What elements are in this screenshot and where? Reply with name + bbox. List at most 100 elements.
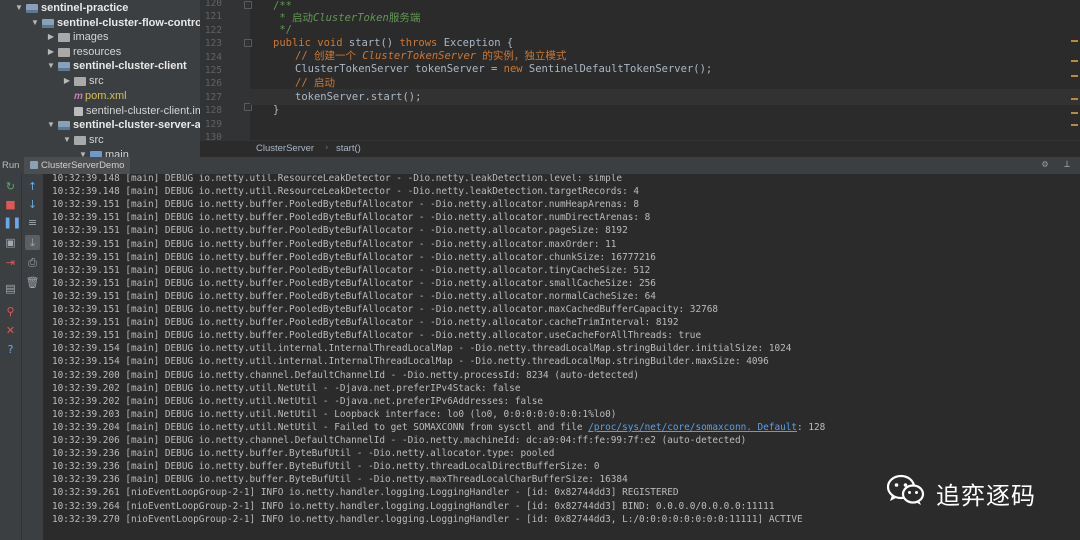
- console-log-line: 10:32:39.148 [main] DEBUG io.netty.util.…: [52, 186, 639, 198]
- console-log-line: 10:32:39.151 [main] DEBUG io.netty.buffe…: [52, 199, 639, 211]
- project-tree-item[interactable]: m pom.xml: [0, 89, 127, 103]
- console-log-line: 10:32:39.151 [main] DEBUG io.netty.buffe…: [52, 212, 651, 224]
- exit-icon[interactable]: ⇥: [3, 255, 18, 270]
- log-text: : 128: [797, 421, 826, 433]
- error-stripe-mark[interactable]: [1071, 112, 1078, 114]
- close-icon[interactable]: ✕: [3, 323, 18, 338]
- folder-icon: [58, 32, 70, 42]
- log-text: 10:32:39.204 [main] DEBUG io.netty.util.…: [52, 421, 589, 433]
- project-tree-item-label: sentinel-practice: [41, 2, 129, 14]
- fold-marker-icon[interactable]: [244, 1, 252, 9]
- dump-threads-icon[interactable]: ▣: [3, 235, 18, 250]
- project-tree-item-label: main: [105, 149, 129, 157]
- rerun-icon[interactable]: ↻: [3, 179, 18, 194]
- project-tree-item-label: images: [73, 31, 109, 43]
- console-log-line: 10:32:39.151 [main] DEBUG io.netty.buffe…: [52, 225, 628, 237]
- console-log-line: 10:32:39.151 [main] DEBUG io.netty.buffe…: [52, 277, 656, 289]
- console-log-line: 10:32:39.264 [nioEventLoopGroup-2-1] INF…: [52, 500, 775, 512]
- code-line-121: * 启动ClusterToken服务端: [273, 12, 421, 24]
- project-tree-item[interactable]: ▼ sentinel-cluster-client: [0, 59, 187, 73]
- project-tree-item[interactable]: ▶ images: [0, 30, 109, 44]
- layout-icon[interactable]: ▤: [3, 281, 18, 296]
- expand-arrow-down-icon[interactable]: ▼: [30, 16, 40, 30]
- console-log-line: 10:32:39.206 [main] DEBUG io.netty.chann…: [52, 435, 747, 446]
- soft-wrap-icon[interactable]: ≡: [25, 215, 40, 230]
- error-stripe-mark[interactable]: [1071, 98, 1078, 100]
- scroll-to-end-icon[interactable]: ⤓: [25, 235, 40, 250]
- module-icon: [26, 3, 38, 13]
- clear-icon[interactable]: 🗑: [25, 275, 40, 290]
- wechat-watermark: 追弈逐码: [886, 472, 1066, 512]
- pin-icon[interactable]: ⚲: [3, 304, 18, 319]
- run-toolbar-secondary: ↑ ↓ ≡ ⤓ ⎙ 🗑: [22, 174, 43, 540]
- stop-icon[interactable]: ■: [3, 197, 18, 212]
- console-log-line: 10:32:39.151 [main] DEBUG io.netty.buffe…: [52, 251, 656, 263]
- breadcrumb-method[interactable]: start(): [336, 143, 361, 154]
- run-tool-window-header: Run ClusterServerDemo ⚙ ⊥: [0, 157, 1080, 175]
- error-stripe-mark[interactable]: [1071, 60, 1078, 62]
- console-log-line: 10:32:39.151 [main] DEBUG io.netty.buffe…: [52, 264, 651, 276]
- settings-gear-icon[interactable]: ⚙: [1042, 159, 1048, 170]
- project-tree-item-label: src: [89, 75, 104, 87]
- breadcrumb-class[interactable]: ClusterServer: [256, 143, 314, 154]
- code-line-128: }: [273, 104, 280, 116]
- project-tree-item[interactable]: ▶ resources: [0, 45, 121, 59]
- scroll-down-icon[interactable]: ↓: [25, 197, 40, 212]
- tab-cluster-server-demo[interactable]: ClusterServerDemo: [24, 157, 131, 174]
- expand-arrow-right-icon[interactable]: ▶: [46, 30, 56, 44]
- line-number: 124: [204, 51, 222, 63]
- line-number: 120: [204, 0, 222, 9]
- line-number: 126: [204, 78, 222, 90]
- project-tree-item[interactable]: ▼ src: [0, 133, 104, 147]
- console-log-line: 10:32:39.261 [nioEventLoopGroup-2-1] INF…: [52, 487, 679, 499]
- expand-arrow-right-icon[interactable]: ▶: [46, 45, 56, 59]
- folder-icon: [58, 47, 70, 57]
- line-number: 125: [204, 65, 222, 76]
- console-log-line: 10:32:39.154 [main] DEBUG io.netty.util.…: [52, 343, 792, 355]
- folder-icon: [74, 135, 86, 145]
- file-path-link[interactable]: /proc/sys/net/core/somaxconn. Default: [588, 422, 797, 433]
- project-tree-item[interactable]: ▼ sentinel-cluster-server-alone: [0, 118, 200, 132]
- help-icon[interactable]: ?: [3, 342, 18, 357]
- project-tree-item[interactable]: sentinel-cluster-client.iml: [0, 104, 200, 118]
- console-log-line: 10:32:39.151 [main] DEBUG io.netty.buffe…: [52, 330, 702, 342]
- code-line-127: tokenServer.start();: [295, 91, 422, 103]
- project-tree-item[interactable]: ▶ src: [0, 74, 104, 88]
- project-tree-item[interactable]: ▼ main: [0, 148, 129, 157]
- project-tree-item[interactable]: ▼ sentinel-practice: [0, 1, 128, 15]
- project-tree-item-label: sentinel-cluster-client.iml: [86, 105, 200, 117]
- project-tree-item-label: pom.xml: [85, 90, 127, 102]
- console-log-line: 10:32:39.202 [main] DEBUG io.netty.util.…: [52, 395, 544, 407]
- run-toolbar-primary: ↻ ■ ❚❚ ▣ ⇥ ▤ ⚲ ✕?: [0, 174, 22, 540]
- module-icon: [58, 61, 70, 71]
- line-number: 123: [204, 38, 222, 50]
- hide-panel-icon[interactable]: ⊥: [1064, 159, 1070, 170]
- folder-icon: [74, 76, 86, 86]
- expand-arrow-right-icon[interactable]: ▶: [62, 74, 72, 88]
- run-label: Run: [2, 160, 20, 171]
- console-log-line: 10:32:39.151 [main] DEBUG io.netty.buffe…: [52, 304, 719, 315]
- error-stripe-mark[interactable]: [1071, 124, 1078, 126]
- error-stripe-mark[interactable]: [1071, 75, 1078, 77]
- console-log-line: 10:32:39.151 [main] DEBUG io.netty.buffe…: [52, 238, 617, 250]
- expand-arrow-down-icon[interactable]: ▼: [46, 59, 56, 73]
- project-tree-item-label: src: [89, 134, 104, 146]
- project-tree-item-label: resources: [73, 46, 122, 58]
- expand-arrow-down-icon[interactable]: ▼: [14, 1, 24, 15]
- watermark-text: 追弈逐码: [936, 482, 1036, 510]
- project-tree-item-label: sentinel-cluster-flow-control: [57, 17, 200, 29]
- scroll-up-icon[interactable]: ↑: [25, 179, 40, 194]
- fold-marker-icon[interactable]: [244, 39, 252, 47]
- line-number: 122: [204, 24, 222, 36]
- module-icon: [42, 18, 54, 28]
- expand-arrow-down-icon[interactable]: ▼: [62, 133, 72, 147]
- code-editor[interactable]: 120 121 122 123 124 125 126 127 128 129 130 /** * …: [200, 0, 1080, 140]
- project-tree-item[interactable]: ▼ sentinel-cluster-flow-control: [0, 16, 200, 30]
- error-stripe-mark[interactable]: [1071, 40, 1078, 42]
- pause-icon[interactable]: ❚❚: [3, 215, 21, 230]
- expand-arrow-down-icon[interactable]: ▼: [78, 148, 88, 157]
- expand-arrow-down-icon[interactable]: ▼: [46, 118, 56, 132]
- print-icon[interactable]: ⎙: [25, 255, 40, 270]
- project-tree-item-label: sentinel-cluster-client: [73, 60, 187, 72]
- console-log-line: 10:32:39.236 [main] DEBUG io.netty.buffe…: [52, 461, 600, 473]
